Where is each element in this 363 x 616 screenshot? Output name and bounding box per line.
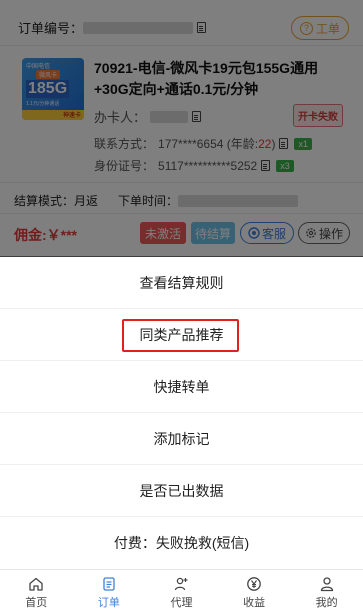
tab-profile[interactable]: 我的: [290, 570, 363, 616]
sheet-item-add-mark[interactable]: 添加标记: [0, 413, 363, 465]
tab-agents-label: 代理: [170, 597, 193, 609]
sheet-item-data-status[interactable]: 是否已出数据: [0, 465, 363, 517]
tab-earnings-label: 收益: [243, 597, 266, 609]
tab-orders[interactable]: 订单: [73, 570, 146, 616]
tab-earnings[interactable]: 收益: [218, 570, 291, 616]
tab-profile-label: 我的: [315, 597, 338, 609]
home-icon: [29, 577, 43, 591]
bottom-tab-bar: 首页 订单 代理 收益 我的: [0, 569, 363, 616]
sheet-item-similar-products[interactable]: 同类产品推荐: [0, 309, 363, 361]
order-icon: [103, 577, 115, 591]
user-icon: [320, 577, 333, 592]
sheet-item-quick-transfer[interactable]: 快捷转单: [0, 361, 363, 413]
yen-icon: [247, 577, 261, 591]
add-user-icon: [175, 577, 188, 591]
tab-agents[interactable]: 代理: [145, 570, 218, 616]
tab-orders-label: 订单: [97, 597, 120, 609]
tab-home[interactable]: 首页: [0, 570, 73, 616]
action-sheet: 查看结算规则 同类产品推荐 快捷转单 添加标记 是否已出数据 付费：失败挽救(短…: [0, 257, 363, 569]
highlight-box: [122, 319, 239, 352]
sheet-item-paid-rescue-sms[interactable]: 付费：失败挽救(短信): [0, 517, 363, 569]
tab-home-label: 首页: [25, 597, 48, 609]
sheet-item-settlement-rules[interactable]: 查看结算规则: [0, 257, 363, 309]
